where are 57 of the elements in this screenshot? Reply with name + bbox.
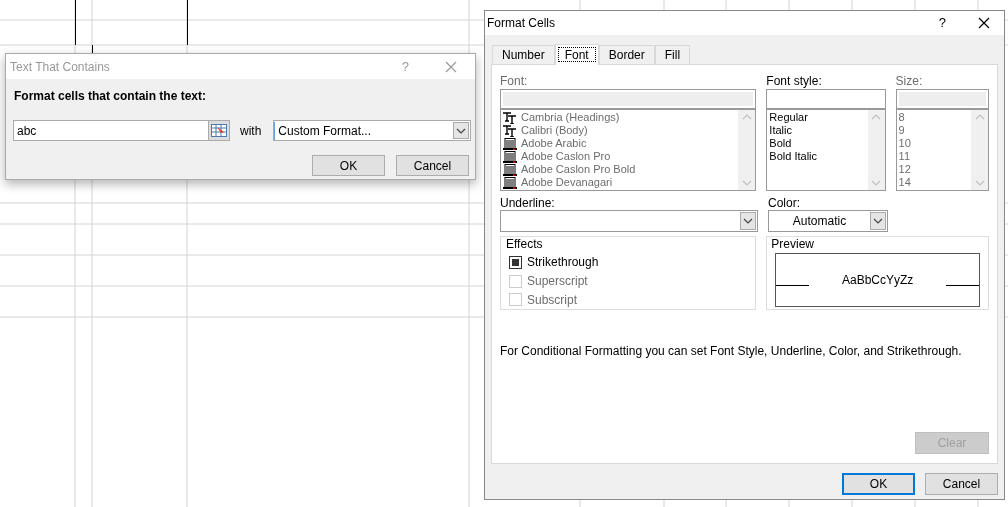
dialog-button[interactable]: Cancel bbox=[925, 473, 998, 495]
color-dropdown[interactable]: Automatic bbox=[768, 210, 888, 232]
chevron-up-icon bbox=[741, 114, 752, 120]
dialog-button[interactable]: OK bbox=[312, 155, 385, 176]
help-button[interactable]: ? bbox=[938, 13, 946, 33]
group-label: Preview bbox=[771, 236, 816, 253]
range-picker-button[interactable] bbox=[208, 121, 229, 140]
text-field[interactable]: abc bbox=[13, 120, 230, 141]
field-label: Font style: bbox=[766, 73, 823, 89]
underline-dropdown[interactable] bbox=[500, 210, 758, 232]
tab[interactable]: Fill bbox=[654, 45, 691, 64]
chevron-up-icon bbox=[974, 114, 985, 120]
printer-font-icon bbox=[503, 150, 517, 163]
prompt-label: Format cells that contain the text: bbox=[14, 88, 208, 105]
chevron-down-icon bbox=[743, 218, 753, 224]
checkbox[interactable] bbox=[509, 255, 522, 269]
group-label: Effects bbox=[506, 236, 544, 253]
note-text: For Conditional Formatting you can set Font Style, Underline, Color, and Strikethrough. bbox=[500, 343, 963, 360]
field-label: Size: bbox=[895, 73, 924, 89]
chevron-down-icon bbox=[871, 180, 882, 186]
dialog-button[interactable]: Cancel bbox=[396, 155, 469, 176]
filter-field[interactable] bbox=[766, 89, 886, 109]
preview-sample: AaBbCcYyZz bbox=[841, 272, 915, 289]
printer-font-icon bbox=[503, 137, 517, 150]
scrollbar[interactable] bbox=[867, 110, 885, 190]
window-title: Text That Contains bbox=[10, 58, 110, 76]
font-style-item[interactable]: Bold bbox=[769, 137, 868, 150]
field-label: Font: bbox=[500, 73, 529, 89]
truetype-icon bbox=[503, 124, 517, 137]
font-style-item[interactable]: Italic bbox=[769, 124, 868, 137]
font-style-item[interactable]: Bold Italic bbox=[769, 150, 868, 163]
chevron-up-icon bbox=[871, 114, 882, 120]
checkbox-label: Subscript bbox=[527, 291, 578, 309]
window-title: Format Cells bbox=[487, 15, 555, 32]
chevron-down-icon bbox=[974, 180, 985, 186]
field-label: Underline: bbox=[500, 195, 556, 210]
chevron-down-icon bbox=[741, 180, 752, 186]
format-dropdown[interactable]: Custom Format... bbox=[273, 120, 472, 141]
font-style-item[interactable]: Regular bbox=[769, 111, 868, 124]
tab[interactable]: Font bbox=[554, 44, 599, 65]
close-icon[interactable] bbox=[978, 17, 990, 29]
tab[interactable]: Number bbox=[492, 45, 555, 64]
truetype-icon bbox=[503, 111, 517, 124]
list-box[interactable]: Regular Italic Bold Bold Italic bbox=[766, 109, 886, 191]
scrollbar[interactable] bbox=[971, 110, 988, 190]
range-select-icon bbox=[211, 124, 227, 137]
checkbox-label: Strikethrough bbox=[527, 254, 599, 272]
with-label: with bbox=[240, 122, 262, 140]
field-label: Color: bbox=[768, 195, 801, 210]
chevron-down-icon bbox=[873, 218, 883, 224]
dialog-button[interactable]: OK bbox=[842, 473, 915, 495]
printer-font-icon bbox=[503, 163, 517, 176]
printer-font-icon bbox=[503, 176, 517, 189]
tab[interactable]: Border bbox=[598, 45, 655, 64]
chevron-down-icon bbox=[456, 127, 467, 134]
checkbox-label: Superscript bbox=[527, 273, 588, 290]
scrollbar[interactable] bbox=[738, 110, 756, 190]
